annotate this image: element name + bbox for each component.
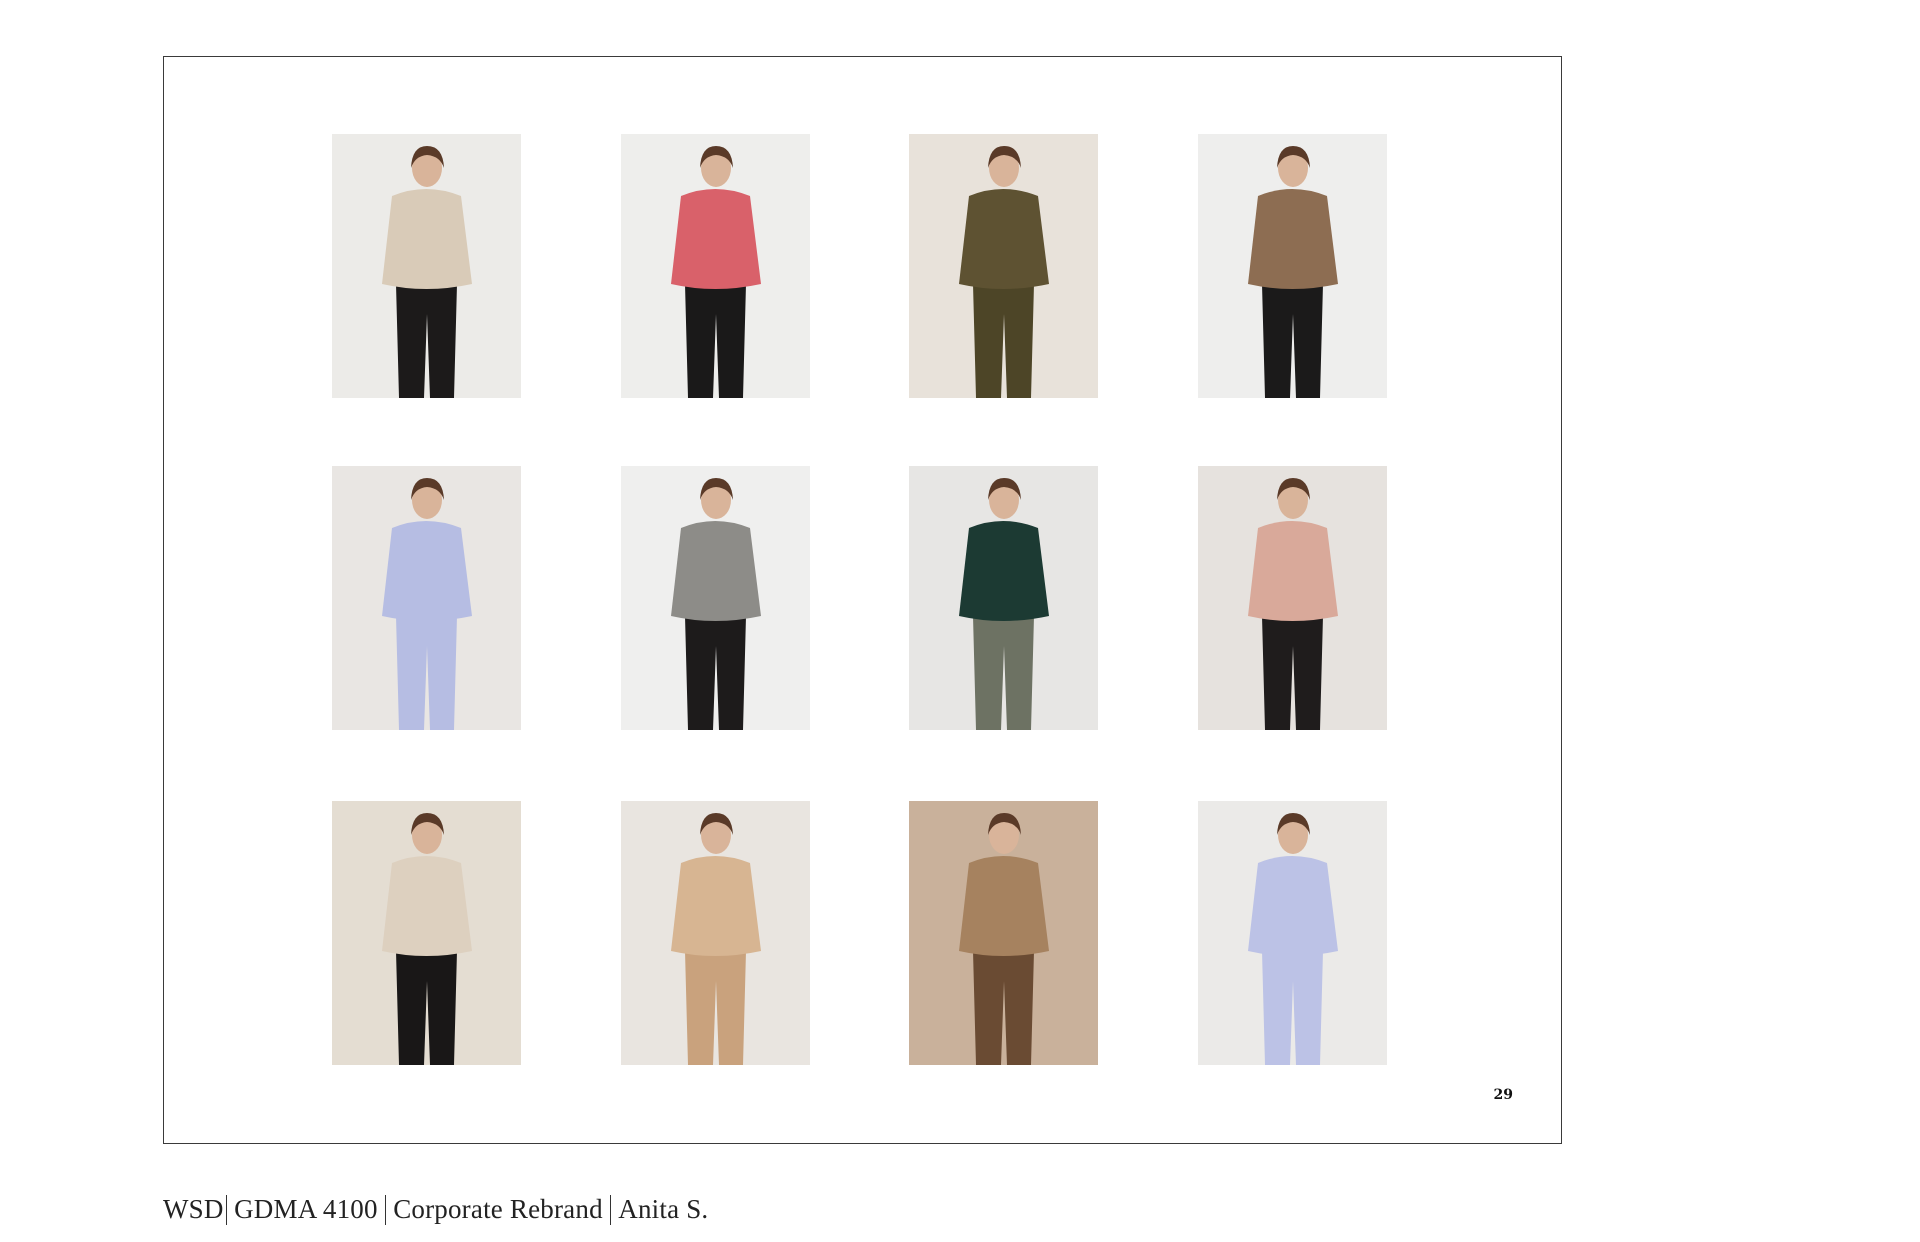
page-number: 29	[1493, 1087, 1513, 1103]
photo-model-striped-sweater-crouching	[621, 134, 810, 398]
footer-divider	[384, 1194, 387, 1225]
page-frame: 29	[163, 56, 1562, 1144]
photo-model-pink-teddy-coat	[1198, 466, 1387, 730]
footer-course: GDMA 4100	[234, 1194, 378, 1224]
photo-detail-tie-waist-trousers	[332, 801, 521, 1065]
photo-model-plaid-blazer	[621, 466, 810, 730]
footer-credit: WSD GDMA 4100 Corporate Rebrand Anita S.	[163, 1194, 708, 1225]
footer-project: Corporate Rebrand	[393, 1194, 603, 1224]
photo-model-lavender-sweater-hand-up	[1198, 801, 1387, 1065]
footer-school: WSD	[163, 1194, 224, 1224]
photo-model-lying-cable-knit	[621, 801, 810, 1065]
footer-divider	[609, 1194, 612, 1225]
photo-model-olive-trench-coat	[909, 134, 1098, 398]
photo-model-lavender-turtleneck	[332, 466, 521, 730]
photo-model-green-sweater-pleated-skirt	[909, 466, 1098, 730]
footer-author: Anita S.	[618, 1194, 709, 1224]
photo-model-beanie-scarf	[909, 801, 1098, 1065]
footer-divider	[225, 1194, 228, 1225]
photo-model-camel-teddy-coat	[1198, 134, 1387, 398]
photo-model-cream-blouse-black-trousers	[332, 134, 521, 398]
